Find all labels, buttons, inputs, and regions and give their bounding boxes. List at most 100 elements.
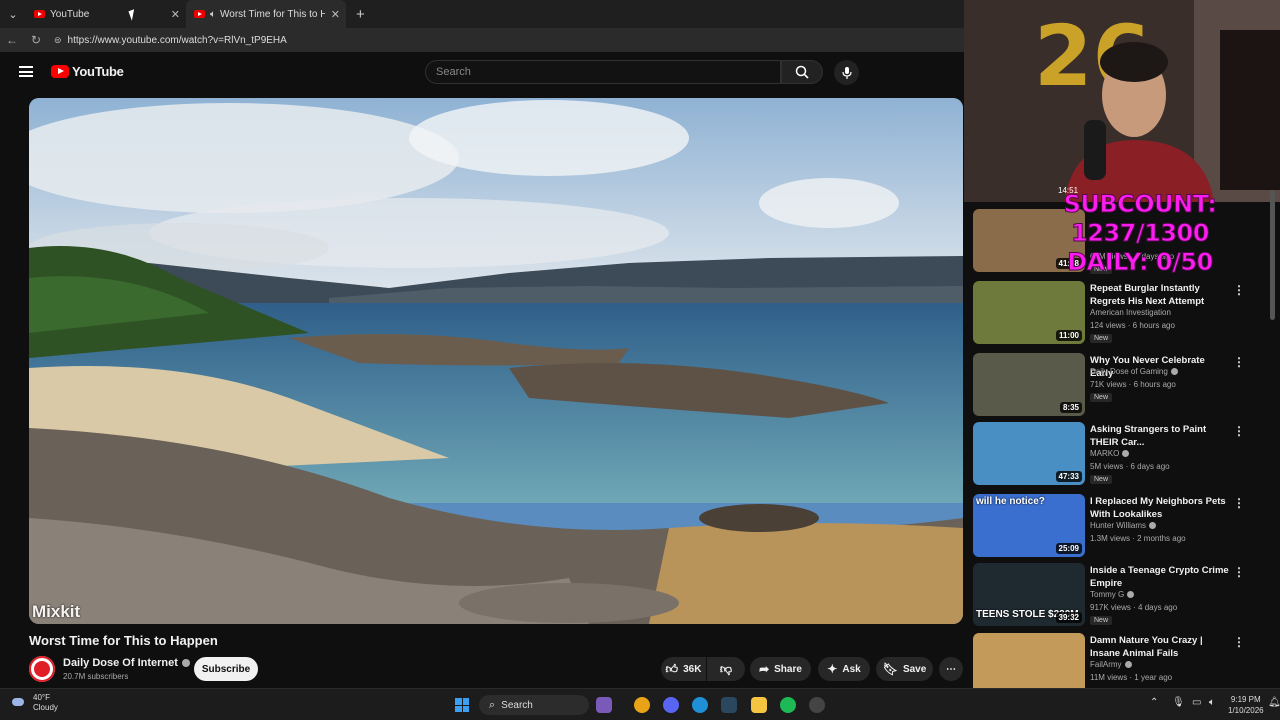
widgets-app-icon[interactable] (596, 697, 612, 713)
tab-video[interactable]: 🔈︎ Worst Time for This to Happe ✕ (186, 0, 346, 28)
more-vertical-icon[interactable]: ⋮ (1233, 424, 1245, 438)
bookmark-icon: 🔖︎ (882, 662, 898, 676)
like-button[interactable]: 👍︎ 36K (661, 657, 706, 681)
dislike-button[interactable]: 👎︎ (707, 657, 745, 681)
tray-chevron-icon[interactable]: ⌃ (1150, 697, 1158, 708)
thumbs-down-icon: 👎︎ (719, 661, 733, 676)
taskbar-time: 9:19 PM (1230, 695, 1261, 704)
url-text: https://www.youtube.com/watch?v=RlVn_tP9… (67, 34, 287, 46)
recommendation-title[interactable]: Repeat Burglar Instantly Regrets His Nex… (1090, 282, 1230, 308)
windows-start-icon[interactable] (455, 698, 469, 712)
recommendation-thumbnail[interactable] (973, 633, 1085, 696)
notification-bell-icon[interactable]: 🔔︎ (1268, 697, 1280, 708)
recommendation-channel[interactable]: Hunter Williams (1090, 521, 1157, 530)
more-vertical-icon[interactable]: ⋮ (1233, 355, 1245, 369)
video-duration: 25:09 (1055, 543, 1082, 554)
microphone-tray-icon[interactable]: 🎙︎ (1172, 697, 1185, 708)
url-field[interactable]: ⊜ https://www.youtube.com/watch?v=RlVn_t… (54, 35, 287, 46)
youtube-play-icon (51, 65, 69, 78)
video-watermark: Mixkit (32, 602, 81, 621)
more-vertical-icon[interactable]: ⋮ (1233, 283, 1245, 297)
video-frame-coastal-landscape (29, 98, 963, 624)
thumbs-up-icon: 👍︎ (665, 661, 679, 676)
network-icon[interactable]: ▭ (1192, 697, 1201, 708)
recommendation-item[interactable]: 11:00 Repeat Burglar Instantly Regrets Hi… (973, 281, 1273, 349)
channel-text: Daily Dose of Gaming (1090, 367, 1168, 376)
channel-text: Hunter Williams (1090, 521, 1147, 530)
spotify-icon[interactable] (780, 697, 796, 713)
thumbnail-caption: will he notice? (976, 496, 1045, 507)
youtube-logo[interactable]: YouTube (51, 64, 124, 79)
video-player[interactable]: Mixkit (29, 98, 963, 624)
recommendation-thumbnail[interactable]: 11:00 (973, 281, 1085, 344)
more-vertical-icon[interactable]: ⋮ (1233, 496, 1245, 510)
streamer-webcam: 26 (964, 0, 1280, 202)
tab-search-chevron-icon[interactable]: ⌄ (0, 0, 26, 28)
logo-text: YouTube (72, 64, 124, 79)
recommendation-channel[interactable]: MARKO (1090, 449, 1130, 458)
search-button[interactable] (781, 60, 823, 84)
back-arrow-icon[interactable]: ← (0, 33, 24, 47)
recommendation-thumbnail[interactable]: TEENS STOLE $230M 39:32 (973, 563, 1085, 626)
recommendation-channel[interactable]: American Investigation (1090, 308, 1171, 317)
recommendation-item[interactable]: will he notice? 25:09 I Replaced My Neighb… (973, 494, 1273, 562)
verified-badge-icon (1127, 591, 1135, 598)
channel-avatar[interactable] (29, 656, 55, 682)
cloudy-weather-icon (10, 696, 28, 710)
sparkle-icon: ✦ (827, 662, 838, 676)
obs-icon[interactable] (809, 697, 825, 713)
recommendation-item[interactable]: 47:33 Asking Strangers to Paint THEIR Car… (973, 422, 1273, 490)
speaker-icon[interactable]: 🔈︎ (210, 9, 216, 20)
more-vertical-icon[interactable]: ⋮ (1233, 565, 1245, 579)
chrome-icon[interactable] (634, 697, 650, 713)
recommendation-thumbnail[interactable]: 8:35 (973, 353, 1085, 416)
recommendation-title[interactable]: Asking Strangers to Paint THEIR Car... (1090, 423, 1230, 449)
taskbar-search[interactable]: ⌕ Search (479, 695, 589, 715)
taskbar-clock[interactable]: 9:19 PM 1/10/2026 (1228, 694, 1264, 716)
steam-icon[interactable] (721, 697, 737, 713)
save-button[interactable]: 🔖︎ Save (876, 657, 933, 681)
recommendation-meta: 124 views · 6 hours ago (1090, 321, 1175, 330)
edge-icon[interactable] (692, 697, 708, 713)
recommendation-thumbnail[interactable]: 47:33 (973, 422, 1085, 485)
tab-youtube[interactable]: YouTube ✕ (26, 0, 186, 28)
verified-badge-icon (1170, 368, 1178, 375)
verified-badge-icon (1122, 450, 1130, 457)
more-actions-button[interactable]: ⋯ (939, 657, 963, 681)
recommendation-title[interactable]: Damn Nature You Crazy | Insane Animal Fa… (1090, 634, 1230, 660)
recommendation-item[interactable]: 8:35 Why You Never Celebrate Early Daily D… (973, 353, 1273, 421)
tab-title: YouTube (50, 8, 90, 20)
ask-button[interactable]: ✦ Ask (818, 657, 870, 681)
recommendation-title[interactable]: Inside a Teenage Crypto Crime Empire (1090, 564, 1230, 590)
tab-close-icon[interactable]: ✕ (171, 8, 180, 21)
subscribe-button[interactable]: Subscribe (194, 657, 258, 681)
new-tab-icon[interactable]: + (356, 6, 365, 23)
daily-count-line: DAILY: 0/50 (1067, 248, 1214, 277)
reload-icon[interactable]: ↻ (24, 33, 48, 47)
recommendation-item[interactable]: TEENS STOLE $230M 39:32 Inside a Teenage C… (973, 563, 1273, 631)
discord-icon[interactable] (663, 697, 679, 713)
volume-icon[interactable]: 🔈︎ (1209, 697, 1215, 708)
recommendation-channel[interactable]: Tommy G (1090, 590, 1135, 599)
video-duration: 39:32 (1055, 612, 1082, 623)
file-explorer-icon[interactable] (751, 697, 767, 713)
recommendation-channel[interactable]: Daily Dose of Gaming (1090, 367, 1178, 376)
more-vertical-icon[interactable]: ⋮ (1233, 635, 1245, 649)
tab-close-icon[interactable]: ✕ (331, 8, 340, 21)
video-duration: 11:00 (1055, 330, 1082, 341)
channel-name[interactable]: Daily Dose Of Internet (63, 657, 190, 669)
channel-text: FailArmy (1090, 660, 1122, 669)
weather-widget[interactable]: 40°F Cloudy (10, 693, 58, 713)
hamburger-menu-icon[interactable] (19, 66, 33, 77)
search-input[interactable]: Search (425, 60, 781, 84)
youtube-header: YouTube Search (0, 52, 964, 92)
subcount-line: SUBCOUNT: 1237/1300 (1063, 190, 1217, 248)
recommendation-title[interactable]: I Replaced My Neighbors Pets With Lookal… (1090, 495, 1230, 521)
share-button[interactable]: ➦ Share (750, 657, 811, 681)
voice-search-button[interactable] (834, 60, 859, 85)
share-icon: ➦ (759, 662, 770, 676)
recommendation-channel[interactable]: FailArmy (1090, 660, 1132, 669)
recommendation-thumbnail[interactable]: will he notice? 25:09 (973, 494, 1085, 557)
youtube-favicon-icon (194, 10, 205, 18)
site-info-icon[interactable]: ⊜ (54, 35, 62, 46)
